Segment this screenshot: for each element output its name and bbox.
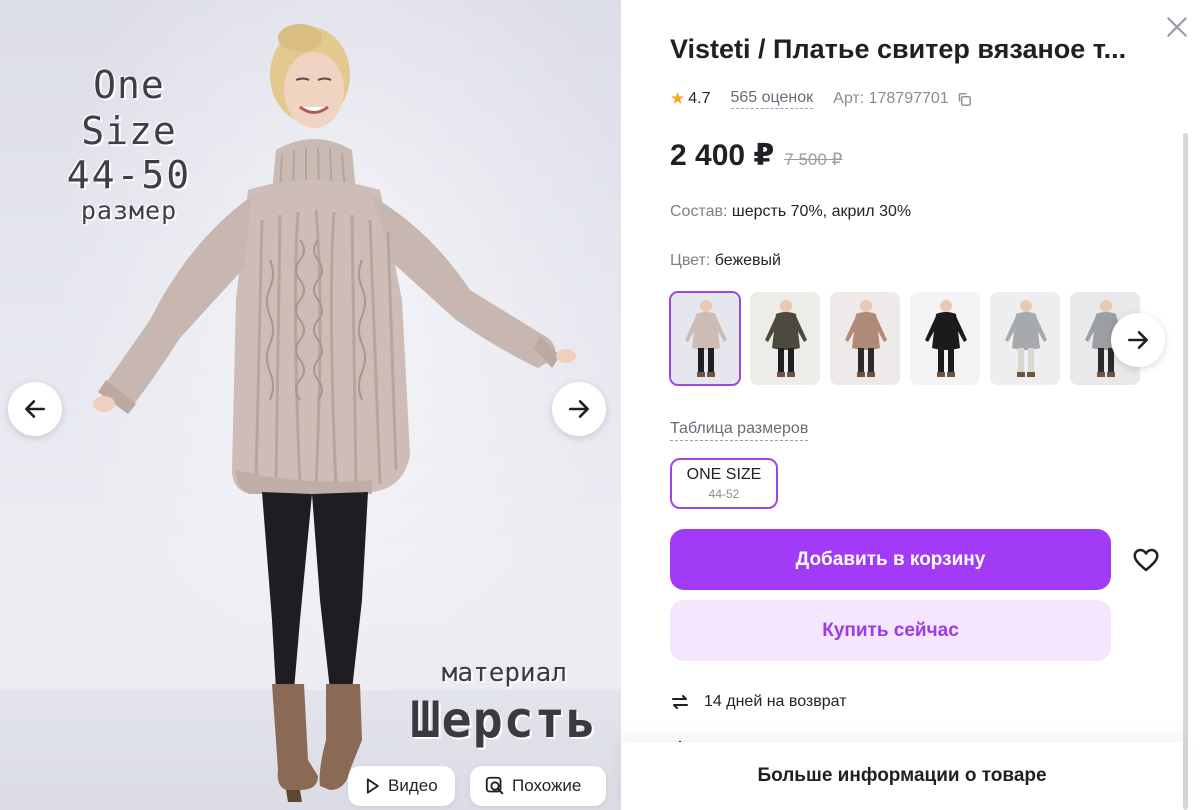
size-table-link[interactable]: Таблица размеров xyxy=(670,420,809,441)
promo-material-badge: материал Шерсть xyxy=(410,656,597,750)
promo-size-badge: One Size 44-50 размер xyxy=(34,62,224,226)
product-meta: ★ 4.7 565 оценок Арт: 178797701 xyxy=(670,88,973,110)
similar-button-label: Похожие xyxy=(512,776,582,795)
star-icon: ★ xyxy=(670,89,686,108)
color-variants xyxy=(669,291,1140,386)
rating-value: 4.7 xyxy=(688,90,711,107)
add-to-cart-button[interactable]: Добавить в корзину xyxy=(670,529,1111,590)
arrow-right-icon xyxy=(569,400,589,418)
old-price: 7 500 ₽ xyxy=(784,150,843,169)
variant-thumbnail-caramel[interactable] xyxy=(830,292,900,385)
composition-label: Состав: xyxy=(670,203,728,220)
current-price: 2 400 ₽ xyxy=(670,139,775,172)
gallery-prev-button[interactable] xyxy=(8,382,62,436)
price-block: 2 400 ₽ 7 500 ₽ xyxy=(670,138,842,173)
scrollbar[interactable] xyxy=(1183,133,1188,810)
product-gallery[interactable]: One Size 44-50 размер материал Шерсть Ви… xyxy=(0,0,621,810)
video-button[interactable]: Видео xyxy=(348,766,455,806)
composition-value: шерсть 70%, акрил 30% xyxy=(731,203,912,220)
return-icon xyxy=(672,695,688,709)
copy-article-button[interactable] xyxy=(956,91,973,108)
similar-button[interactable]: Похожие xyxy=(470,766,606,806)
promo-material-caption: материал xyxy=(441,658,567,688)
article-number: Арт: 178797701 xyxy=(833,90,949,107)
reviews-link[interactable]: 565 оценок xyxy=(730,89,814,109)
promo-size-caption: размер xyxy=(80,196,178,225)
heart-icon xyxy=(1133,548,1159,572)
promo-size-range: 44-50 xyxy=(66,153,192,197)
more-info-button[interactable]: Больше информации о товаре xyxy=(621,742,1183,810)
return-policy: 14 дней на возврат xyxy=(668,690,847,714)
play-icon xyxy=(366,778,379,794)
favorite-button[interactable] xyxy=(1131,545,1161,575)
close-icon xyxy=(1167,17,1187,37)
variant-thumbnail-beige[interactable] xyxy=(669,291,741,386)
product-panel xyxy=(621,0,1200,810)
arrow-left-icon xyxy=(25,400,45,418)
size-option-range: 44-52 xyxy=(708,486,740,501)
buy-now-button[interactable]: Купить сейчас xyxy=(670,600,1111,661)
variant-thumbnail-black[interactable] xyxy=(910,292,980,385)
promo-material-value: Шерсть xyxy=(410,691,597,749)
close-button[interactable] xyxy=(1164,14,1190,40)
search-photo-icon xyxy=(485,776,504,795)
product-title: Visteti / Платье свитер вязаное т... xyxy=(670,34,1127,64)
video-button-label: Видео xyxy=(388,776,438,795)
color-value: бежевый xyxy=(714,252,781,269)
gallery-next-button[interactable] xyxy=(552,382,606,436)
variant-thumbnail-grey[interactable] xyxy=(990,292,1060,385)
composition: Состав: шерсть 70%, акрил 30% xyxy=(670,203,911,221)
size-option-label: ONE SIZE xyxy=(686,465,762,483)
arrow-right-icon xyxy=(1128,331,1148,349)
variant-thumbnail-olive[interactable] xyxy=(750,292,820,385)
color-label: Цвет: xyxy=(670,252,711,269)
copy-icon xyxy=(958,92,971,106)
color: Цвет: бежевый xyxy=(670,252,781,270)
size-option[interactable]: ONE SIZE 44-52 xyxy=(670,458,778,509)
promo-size-line: One Size xyxy=(81,63,177,153)
return-policy-label: 14 дней на возврат xyxy=(704,693,847,710)
variants-next-button[interactable] xyxy=(1111,313,1165,367)
